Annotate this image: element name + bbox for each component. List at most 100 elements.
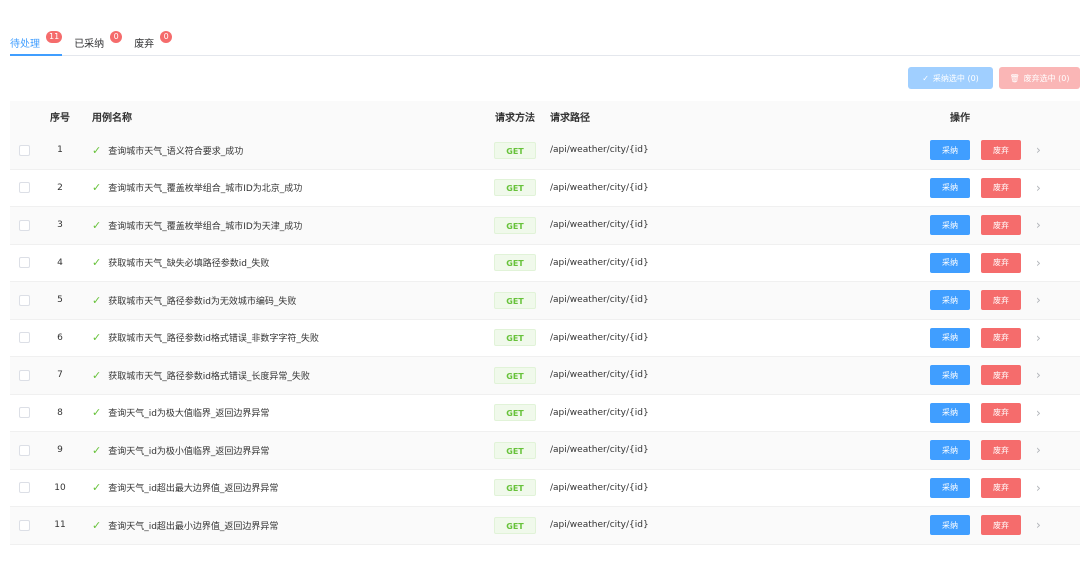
tab-label: 废弃 [134,38,155,50]
discard-button[interactable]: 废弃 [981,515,1021,536]
chevron-right-icon[interactable]: › [1036,406,1041,420]
table-row[interactable]: 4 ✓ 获取城市天气_缺失必填路径参数id_失败 GET /api/weathe… [10,245,1080,282]
check-icon: ✓ [92,143,102,157]
count-badge: 0 [110,30,123,43]
request-path: /api/weather/city/{id} [550,332,649,343]
chevron-right-icon[interactable]: › [1036,481,1041,495]
discard-button[interactable]: 废弃 [981,252,1021,273]
row-no: 10 [54,482,66,493]
check-icon: ✓ [92,368,102,382]
row-no: 4 [57,257,63,268]
accept-button[interactable]: 采纳 [930,515,970,536]
chevron-right-icon[interactable]: › [1036,143,1041,157]
table-row[interactable]: 6 ✓ 获取城市天气_路径参数id格式错误_非数字字符_失败 GET /api/… [10,320,1080,357]
chevron-right-icon[interactable]: › [1036,443,1041,457]
row-checkbox[interactable] [18,294,30,306]
accept-button[interactable]: 采纳 [930,215,970,236]
discard-selected-label: 废弃选中 (0) [1023,73,1070,83]
table-row[interactable]: 7 ✓ 获取城市天气_路径参数id格式错误_长度异常_失败 GET /api/w… [10,357,1080,395]
discard-button[interactable]: 废弃 [981,365,1021,386]
method-tag: GET [494,141,536,159]
count-badge: 0 [160,30,173,43]
accept-button[interactable]: 采纳 [930,327,970,348]
table-row[interactable]: 8 ✓ 查询天气_id为极大值临界_返回边界异常 GET /api/weathe… [10,395,1080,432]
check-icon: ✓ [92,181,102,195]
row-checkbox[interactable] [18,444,30,456]
method-tag: GET [494,254,536,272]
table-row[interactable]: 11 ✓ 查询天气_id超出最小边界值_返回边界异常 GET /api/weat… [10,507,1080,545]
case-name: 获取城市天气_路径参数id为无效城市编码_失败 [108,296,297,307]
tab-label: 已采纳 [74,38,105,50]
table-row[interactable]: 9 ✓ 查询天气_id为极小值临界_返回边界异常 GET /api/weathe… [10,432,1080,470]
chevron-right-icon[interactable]: › [1036,256,1041,270]
method-tag: GET [494,329,536,347]
request-path: /api/weather/city/{id} [550,295,649,306]
row-checkbox[interactable] [18,332,30,344]
discard-button[interactable]: 废弃 [981,290,1021,311]
accept-button[interactable]: 采纳 [930,140,970,161]
case-name: 查询城市天气_语义符合要求_成功 [108,146,244,157]
table-row[interactable]: 2 ✓ 查询城市天气_覆盖枚举组合_城市ID为北京_成功 GET /api/we… [10,170,1080,207]
table-header: 序号 用例名称 请求方法 请求路径 操作 [10,101,1080,132]
row-checkbox[interactable] [18,369,30,381]
tab-pending[interactable]: 待处理 11 [10,27,63,56]
row-checkbox[interactable] [18,482,30,494]
discard-button[interactable]: 废弃 [981,440,1021,461]
check-icon: ✓ [922,73,929,83]
row-no: 11 [54,520,66,531]
case-name: 查询城市天气_覆盖枚举组合_城市ID为北京_成功 [108,184,303,195]
table-row[interactable]: 3 ✓ 查询城市天气_覆盖枚举组合_城市ID为天津_成功 GET /api/we… [10,207,1080,245]
discard-button[interactable]: 废弃 [981,402,1021,423]
chevron-right-icon[interactable]: › [1036,331,1041,345]
row-no: 5 [57,295,63,306]
discard-button[interactable]: 废弃 [981,140,1021,161]
check-icon: ✓ [92,218,102,232]
tab-discarded[interactable]: 废弃 0 [134,27,173,55]
case-name: 查询天气_id超出最小边界值_返回边界异常 [108,521,279,532]
case-name: 查询城市天气_覆盖枚举组合_城市ID为天津_成功 [108,221,303,232]
row-no: 8 [57,407,63,418]
chevron-right-icon[interactable]: › [1036,518,1041,532]
check-icon: ✓ [92,518,102,532]
method-tag: GET [494,216,536,234]
accept-button[interactable]: 采纳 [930,177,970,198]
check-icon: ✓ [92,256,102,270]
request-path: /api/weather/city/{id} [550,145,649,156]
discard-button[interactable]: 废弃 [981,477,1021,498]
check-icon: ✓ [92,443,102,457]
discard-button[interactable]: 废弃 [981,177,1021,198]
accept-button[interactable]: 采纳 [930,252,970,273]
row-checkbox[interactable] [18,182,30,194]
accept-button[interactable]: 采纳 [930,402,970,423]
accept-button[interactable]: 采纳 [930,365,970,386]
chevron-right-icon[interactable]: › [1036,368,1041,382]
method-tag: GET [494,441,536,459]
case-name: 获取城市天气_路径参数id格式错误_长度异常_失败 [108,371,310,382]
table-row[interactable]: 5 ✓ 获取城市天气_路径参数id为无效城市编码_失败 GET /api/wea… [10,282,1080,320]
tab-accepted[interactable]: 已采纳 0 [74,27,123,55]
accept-button[interactable]: 采纳 [930,440,970,461]
method-tag: GET [494,479,536,497]
row-checkbox[interactable] [18,257,30,269]
check-icon: ✓ [92,406,102,420]
method-tag: GET [494,366,536,384]
table-row[interactable]: 10 ✓ 查询天气_id超出最大边界值_返回边界异常 GET /api/weat… [10,470,1080,507]
discard-selected-button[interactable]: 🗑 废弃选中 (0) [999,67,1080,89]
accept-button[interactable]: 采纳 [930,477,970,498]
chevron-right-icon[interactable]: › [1036,218,1041,232]
chevron-right-icon[interactable]: › [1036,181,1041,195]
table-row[interactable]: 1 ✓ 查询城市天气_语义符合要求_成功 GET /api/weather/ci… [10,132,1080,170]
discard-button[interactable]: 废弃 [981,327,1021,348]
row-checkbox[interactable] [18,219,30,231]
row-checkbox[interactable] [18,519,30,531]
row-no: 1 [57,145,63,156]
case-name: 查询天气_id为极小值临界_返回边界异常 [108,446,270,457]
chevron-right-icon[interactable]: › [1036,293,1041,307]
accept-selected-button[interactable]: ✓ 采纳选中 (0) [908,67,993,89]
discard-button[interactable]: 废弃 [981,215,1021,236]
accept-selected-label: 采纳选中 (0) [932,73,979,83]
accept-button[interactable]: 采纳 [930,290,970,311]
row-checkbox[interactable] [18,144,30,156]
row-checkbox[interactable] [18,407,30,419]
header-ops: 操作 [950,113,970,124]
